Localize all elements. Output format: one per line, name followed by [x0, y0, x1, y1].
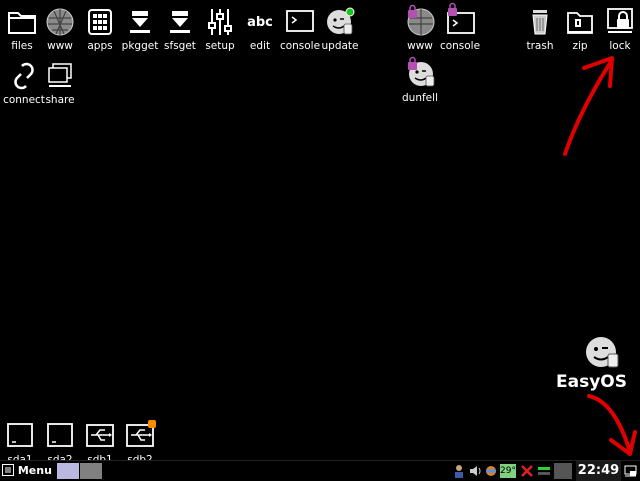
- bluetooth-off-icon[interactable]: [520, 464, 534, 478]
- terminal-locked-icon: [447, 2, 475, 34]
- desktop-icon-lock[interactable]: lock: [598, 6, 640, 52]
- lock-screen-icon: [607, 8, 633, 33]
- trash-icon: [532, 10, 548, 35]
- mascot-update-icon: [327, 7, 355, 35]
- usb-drive-icon: [126, 420, 156, 447]
- volume-icon[interactable]: [468, 464, 482, 478]
- drive-icon: [7, 423, 33, 447]
- share-windows-icon: [48, 63, 72, 87]
- battery-icon[interactable]: [537, 464, 551, 478]
- menu-label: Menu: [17, 464, 52, 477]
- taskbar: Menu 29° 22:49: [0, 460, 640, 481]
- temperature-value: 29°: [500, 466, 516, 476]
- chain-link-icon: [14, 62, 34, 90]
- zip-folder-icon: [567, 12, 593, 34]
- annotation-arrow-to-lock: [563, 56, 614, 156]
- menu-icon: [2, 464, 14, 476]
- menu-button[interactable]: Menu: [2, 461, 54, 481]
- mounted-badge-icon: [148, 420, 156, 428]
- easyos-logo-text: EasyOS: [556, 372, 627, 392]
- globe-icon: [46, 8, 74, 36]
- desktop-icon-share[interactable]: share: [38, 60, 82, 106]
- terminal-icon: [286, 10, 314, 32]
- globe-locked-icon: [407, 4, 435, 36]
- lock-tray-icon[interactable]: [624, 464, 638, 478]
- svg-text:abc: abc: [247, 15, 273, 30]
- workspace-2[interactable]: [80, 463, 102, 479]
- clock[interactable]: 22:49: [576, 461, 621, 481]
- icon-label: update: [321, 40, 359, 52]
- easyos-mascot-logo: [586, 337, 619, 368]
- sliders-icon: [208, 9, 232, 35]
- desktop-icon-container-dunfell[interactable]: dunfell: [398, 56, 442, 104]
- icon-label: console: [439, 40, 481, 52]
- network-globe-icon[interactable]: [484, 464, 498, 478]
- workspace-1[interactable]: [57, 463, 79, 479]
- drive-icon: [47, 423, 73, 447]
- abc-text-icon: abc: [247, 15, 273, 30]
- temperature-indicator[interactable]: 29°: [500, 464, 516, 478]
- cpu-monitor[interactable]: [554, 463, 572, 479]
- download-icon: [170, 11, 190, 33]
- annotation-arrow-to-tray: [587, 394, 637, 456]
- folder-icon: [8, 12, 36, 34]
- mascot-locked-icon: [408, 56, 435, 87]
- desktop-icon-container-console[interactable]: console: [438, 2, 482, 52]
- download-icon: [130, 11, 150, 33]
- usb-drive-icon: [86, 424, 114, 447]
- icon-label: share: [45, 94, 75, 106]
- grid-icon: [88, 9, 112, 35]
- desktop-icon-update[interactable]: update: [318, 6, 362, 52]
- user-icon[interactable]: [452, 464, 466, 478]
- icon-label: dunfell: [402, 92, 438, 104]
